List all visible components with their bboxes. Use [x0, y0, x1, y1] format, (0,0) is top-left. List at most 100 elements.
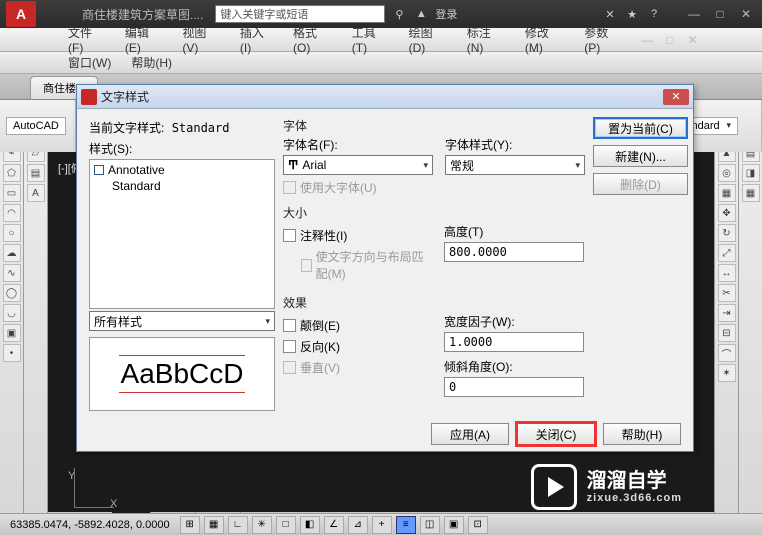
watermark-name: 溜溜自学 — [587, 470, 682, 492]
search-input[interactable]: 键入关键字或短语 — [215, 5, 385, 23]
style-filter-dropdown[interactable]: 所有样式▾ — [89, 311, 275, 331]
sc-button[interactable]: ⊡ — [468, 516, 488, 534]
doc-minimize-button[interactable]: — — [638, 32, 657, 48]
login-label[interactable]: 登录 — [435, 6, 457, 22]
tool-5-icon[interactable]: ▦ — [742, 184, 760, 202]
exchange-icon[interactable]: ✕ — [602, 6, 618, 22]
tool-4-icon[interactable]: ◨ — [742, 164, 760, 182]
rectangle-icon[interactable]: ▭ — [3, 184, 21, 202]
effects-group-title: 效果 — [283, 294, 585, 311]
break-icon[interactable]: ⊟ — [718, 324, 736, 342]
use-bigfont-checkbox — [283, 181, 296, 194]
close-button[interactable]: ✕ — [736, 6, 756, 22]
move-icon[interactable]: ✥ — [718, 204, 736, 222]
polar-button[interactable]: ✳ — [252, 516, 272, 534]
oblique-input[interactable]: 0 — [444, 377, 584, 397]
dyn-button[interactable]: + — [372, 516, 392, 534]
styles-label: 样式(S): — [89, 140, 275, 157]
tpy-button[interactable]: ◫ — [420, 516, 440, 534]
lwt-button[interactable]: ≡ — [396, 516, 416, 534]
menu-help[interactable]: 帮助(H) — [123, 52, 180, 73]
dialog-close-button[interactable]: ✕ — [663, 89, 689, 105]
stretch-icon[interactable]: ↔ — [718, 264, 736, 282]
otrack-button[interactable]: ∠ — [324, 516, 344, 534]
height-input[interactable]: 800.0000 — [444, 242, 584, 262]
ellipse-icon[interactable]: ◯ — [3, 284, 21, 302]
match-orient-label: 使文字方向与布局匹配(M) — [316, 248, 424, 282]
star-icon[interactable]: ★ — [624, 6, 640, 22]
font-name-dropdown[interactable]: ͲArial▾ — [283, 155, 433, 175]
width-factor-input[interactable]: 1.0000 — [444, 332, 584, 352]
extend-icon[interactable]: ⇥ — [718, 304, 736, 322]
vertical-label: 垂直(V) — [300, 359, 340, 376]
block-icon[interactable]: ▣ — [3, 324, 21, 342]
menu-modify[interactable]: 修改(M) — [517, 22, 572, 57]
dialog-titlebar[interactable]: 文字样式 ✕ — [77, 85, 693, 109]
styles-listbox[interactable]: Annotative Standard — [89, 159, 275, 309]
rotate-icon[interactable]: ↻ — [718, 224, 736, 242]
annotative-checkbox[interactable] — [283, 229, 296, 242]
scale-icon[interactable]: ⤢ — [718, 244, 736, 262]
snap-button[interactable]: ⊞ — [180, 516, 200, 534]
menu-draw[interactable]: 绘图(D) — [401, 22, 455, 57]
help-button[interactable]: 帮助(H) — [603, 423, 681, 445]
play-icon — [531, 464, 577, 510]
set-current-button[interactable]: 置为当前(C) — [593, 117, 688, 139]
font-style-label: 字体样式(Y): — [445, 136, 585, 153]
doc-maximize-button[interactable]: □ — [661, 32, 680, 48]
3dosnap-button[interactable]: ◧ — [300, 516, 320, 534]
preview-text: AaBbCcD — [119, 355, 246, 393]
table-icon[interactable]: ▤ — [27, 164, 45, 182]
right-toolbar: ✎ ⧉ ▲ ◎ ▦ ✥ ↻ ⤢ ↔ ✂ ⇥ ⊟ ⌒ ✶ — [714, 100, 738, 530]
right-toolbar-2: ▣ ◧ ▤ ◨ ▦ — [738, 100, 762, 530]
osnap-button[interactable]: □ — [276, 516, 296, 534]
new-button[interactable]: 新建(N)... — [593, 145, 688, 167]
menu-insert[interactable]: 插入(I) — [232, 22, 281, 57]
watermark: 溜溜自学 zixue.3d66.com — [531, 464, 682, 510]
dialog-title: 文字样式 — [101, 88, 663, 105]
doc-close-button[interactable]: ✕ — [683, 32, 702, 48]
ortho-button[interactable]: ∟ — [228, 516, 248, 534]
menu-view[interactable]: 视图(V) — [174, 22, 228, 57]
left-toolbar: ╱ ↗ ⌁ ⬠ ▭ ◠ ○ ☁ ∿ ◯ ◡ ▣ • — [0, 100, 24, 530]
vertical-checkbox — [283, 361, 296, 374]
menu-parametric[interactable]: 参数(P) — [576, 22, 630, 57]
fillet-icon[interactable]: ⌒ — [718, 344, 736, 362]
point-icon[interactable]: • — [3, 344, 21, 362]
polygon-icon[interactable]: ⬠ — [3, 164, 21, 182]
array-icon[interactable]: ▦ — [718, 184, 736, 202]
revision-cloud-icon[interactable]: ☁ — [3, 244, 21, 262]
explode-icon[interactable]: ✶ — [718, 364, 736, 382]
circle-icon[interactable]: ○ — [3, 224, 21, 242]
backwards-checkbox[interactable] — [283, 340, 296, 353]
user-icon[interactable]: ▲ — [413, 6, 429, 22]
grid-button[interactable]: ▦ — [204, 516, 224, 534]
trim-icon[interactable]: ✂ — [718, 284, 736, 302]
menu-tools[interactable]: 工具(T) — [344, 22, 397, 57]
upside-checkbox[interactable] — [283, 319, 296, 332]
qp-button[interactable]: ▣ — [444, 516, 464, 534]
search-icon[interactable]: ⚲ — [391, 6, 407, 22]
spline-icon[interactable]: ∿ — [3, 264, 21, 282]
width-factor-label: 宽度因子(W): — [444, 313, 585, 330]
font-style-dropdown[interactable]: 常规▾ — [445, 155, 585, 175]
list-item: Annotative — [92, 162, 272, 178]
font-group-title: 字体 — [283, 117, 585, 134]
menu-format[interactable]: 格式(O) — [285, 22, 340, 57]
apply-button[interactable]: 应用(A) — [431, 423, 509, 445]
menu-window[interactable]: 窗口(W) — [60, 52, 119, 73]
ellipse-arc-icon[interactable]: ◡ — [3, 304, 21, 322]
help-icon[interactable]: ? — [646, 6, 662, 22]
arc-icon[interactable]: ◠ — [3, 204, 21, 222]
minimize-button[interactable]: — — [684, 6, 704, 22]
dialog-logo-icon — [81, 89, 97, 105]
size-group-title: 大小 — [283, 204, 585, 221]
offset-icon[interactable]: ◎ — [718, 164, 736, 182]
menu-dimension[interactable]: 标注(N) — [459, 22, 513, 57]
ducs-button[interactable]: ⊿ — [348, 516, 368, 534]
maximize-button[interactable]: □ — [710, 6, 730, 22]
document-title: 商住楼建筑方案草图.... — [82, 6, 203, 23]
mtext-icon[interactable]: A — [27, 184, 45, 202]
truetype-icon: Ͳ — [288, 158, 298, 172]
close-dialog-button[interactable]: 关闭(C) — [517, 423, 595, 445]
